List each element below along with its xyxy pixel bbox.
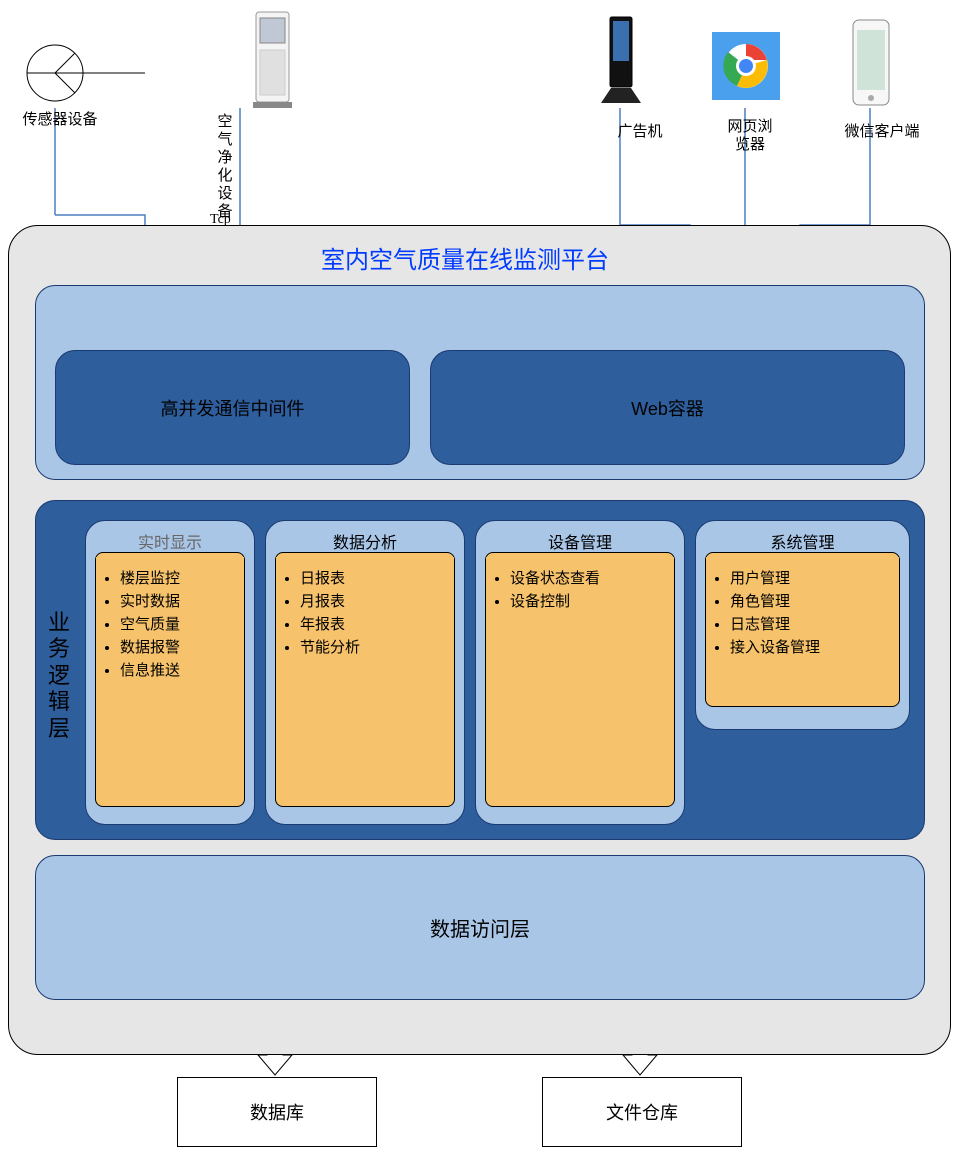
list-item: 节能分析 [300, 636, 452, 657]
purifier-label: 空气净化设备 [215, 113, 235, 221]
list-item: 月报表 [300, 590, 452, 611]
list-item: 角色管理 [730, 590, 897, 611]
list-item: 楼层监控 [120, 567, 242, 588]
system-list: 用户管理 角色管理 日志管理 接入设备管理 [730, 567, 897, 657]
list-item: 日报表 [300, 567, 452, 588]
wechat-label: 微信客户端 [832, 120, 932, 141]
list-item: 日志管理 [730, 613, 897, 634]
data-access-label: 数据访问层 [430, 913, 530, 942]
browser-icon [712, 32, 780, 100]
analysis-list: 日报表 月报表 年报表 节能分析 [300, 567, 452, 657]
list-item: 数据报警 [120, 636, 242, 657]
filestore-label: 文件仓库 [606, 1099, 678, 1125]
realtime-title: 实时显示 [85, 525, 255, 553]
data-access-box: 数据访问层 [35, 855, 925, 1000]
system-title: 系统管理 [695, 525, 910, 553]
list-item: 设备控制 [510, 590, 672, 611]
phone-icon [843, 18, 898, 113]
list-item: 实时数据 [120, 590, 242, 611]
business-layer-label: 业务逻辑层 [48, 610, 70, 742]
ad-machine-icon [593, 15, 648, 110]
list-item: 用户管理 [730, 567, 897, 588]
browser-label: 网页浏览器 [725, 118, 775, 154]
realtime-card: 楼层监控 实时数据 空气质量 数据报警 信息推送 [95, 552, 245, 807]
list-item: 设备状态查看 [510, 567, 672, 588]
list-item: 接入设备管理 [730, 636, 897, 657]
device-card: 设备状态查看 设备控制 [485, 552, 675, 807]
platform-title: 室内空气质量在线监测平台 [255, 240, 675, 275]
analysis-title: 数据分析 [265, 525, 465, 553]
filestore-box: 文件仓库 [542, 1077, 742, 1147]
device-title: 设备管理 [475, 525, 685, 553]
comm-middleware-label: 高并发通信中间件 [161, 395, 305, 421]
ad-label: 广告机 [600, 120, 680, 141]
list-item: 年报表 [300, 613, 452, 634]
web-container-label: Web容器 [631, 395, 704, 421]
database-label: 数据库 [250, 1099, 304, 1125]
list-item: 空气质量 [120, 613, 242, 634]
purifier-icon [250, 10, 295, 110]
web-container-box: Web容器 [430, 350, 905, 465]
analysis-card: 日报表 月报表 年报表 节能分析 [275, 552, 455, 807]
sensor-label: 传感器设备 [10, 108, 110, 129]
sensor-icon [25, 43, 85, 103]
realtime-list: 楼层监控 实时数据 空气质量 数据报警 信息推送 [120, 567, 242, 680]
list-item: 信息推送 [120, 659, 242, 680]
diagram-canvas: 传感器设备 空气净化设备 广告机 网页浏览器 微信客户端 Tcp Tcp Soa… [0, 0, 959, 1163]
database-box: 数据库 [177, 1077, 377, 1147]
comm-middleware-box: 高并发通信中间件 [55, 350, 410, 465]
device-list: 设备状态查看 设备控制 [510, 567, 672, 611]
system-card: 用户管理 角色管理 日志管理 接入设备管理 [705, 552, 900, 707]
